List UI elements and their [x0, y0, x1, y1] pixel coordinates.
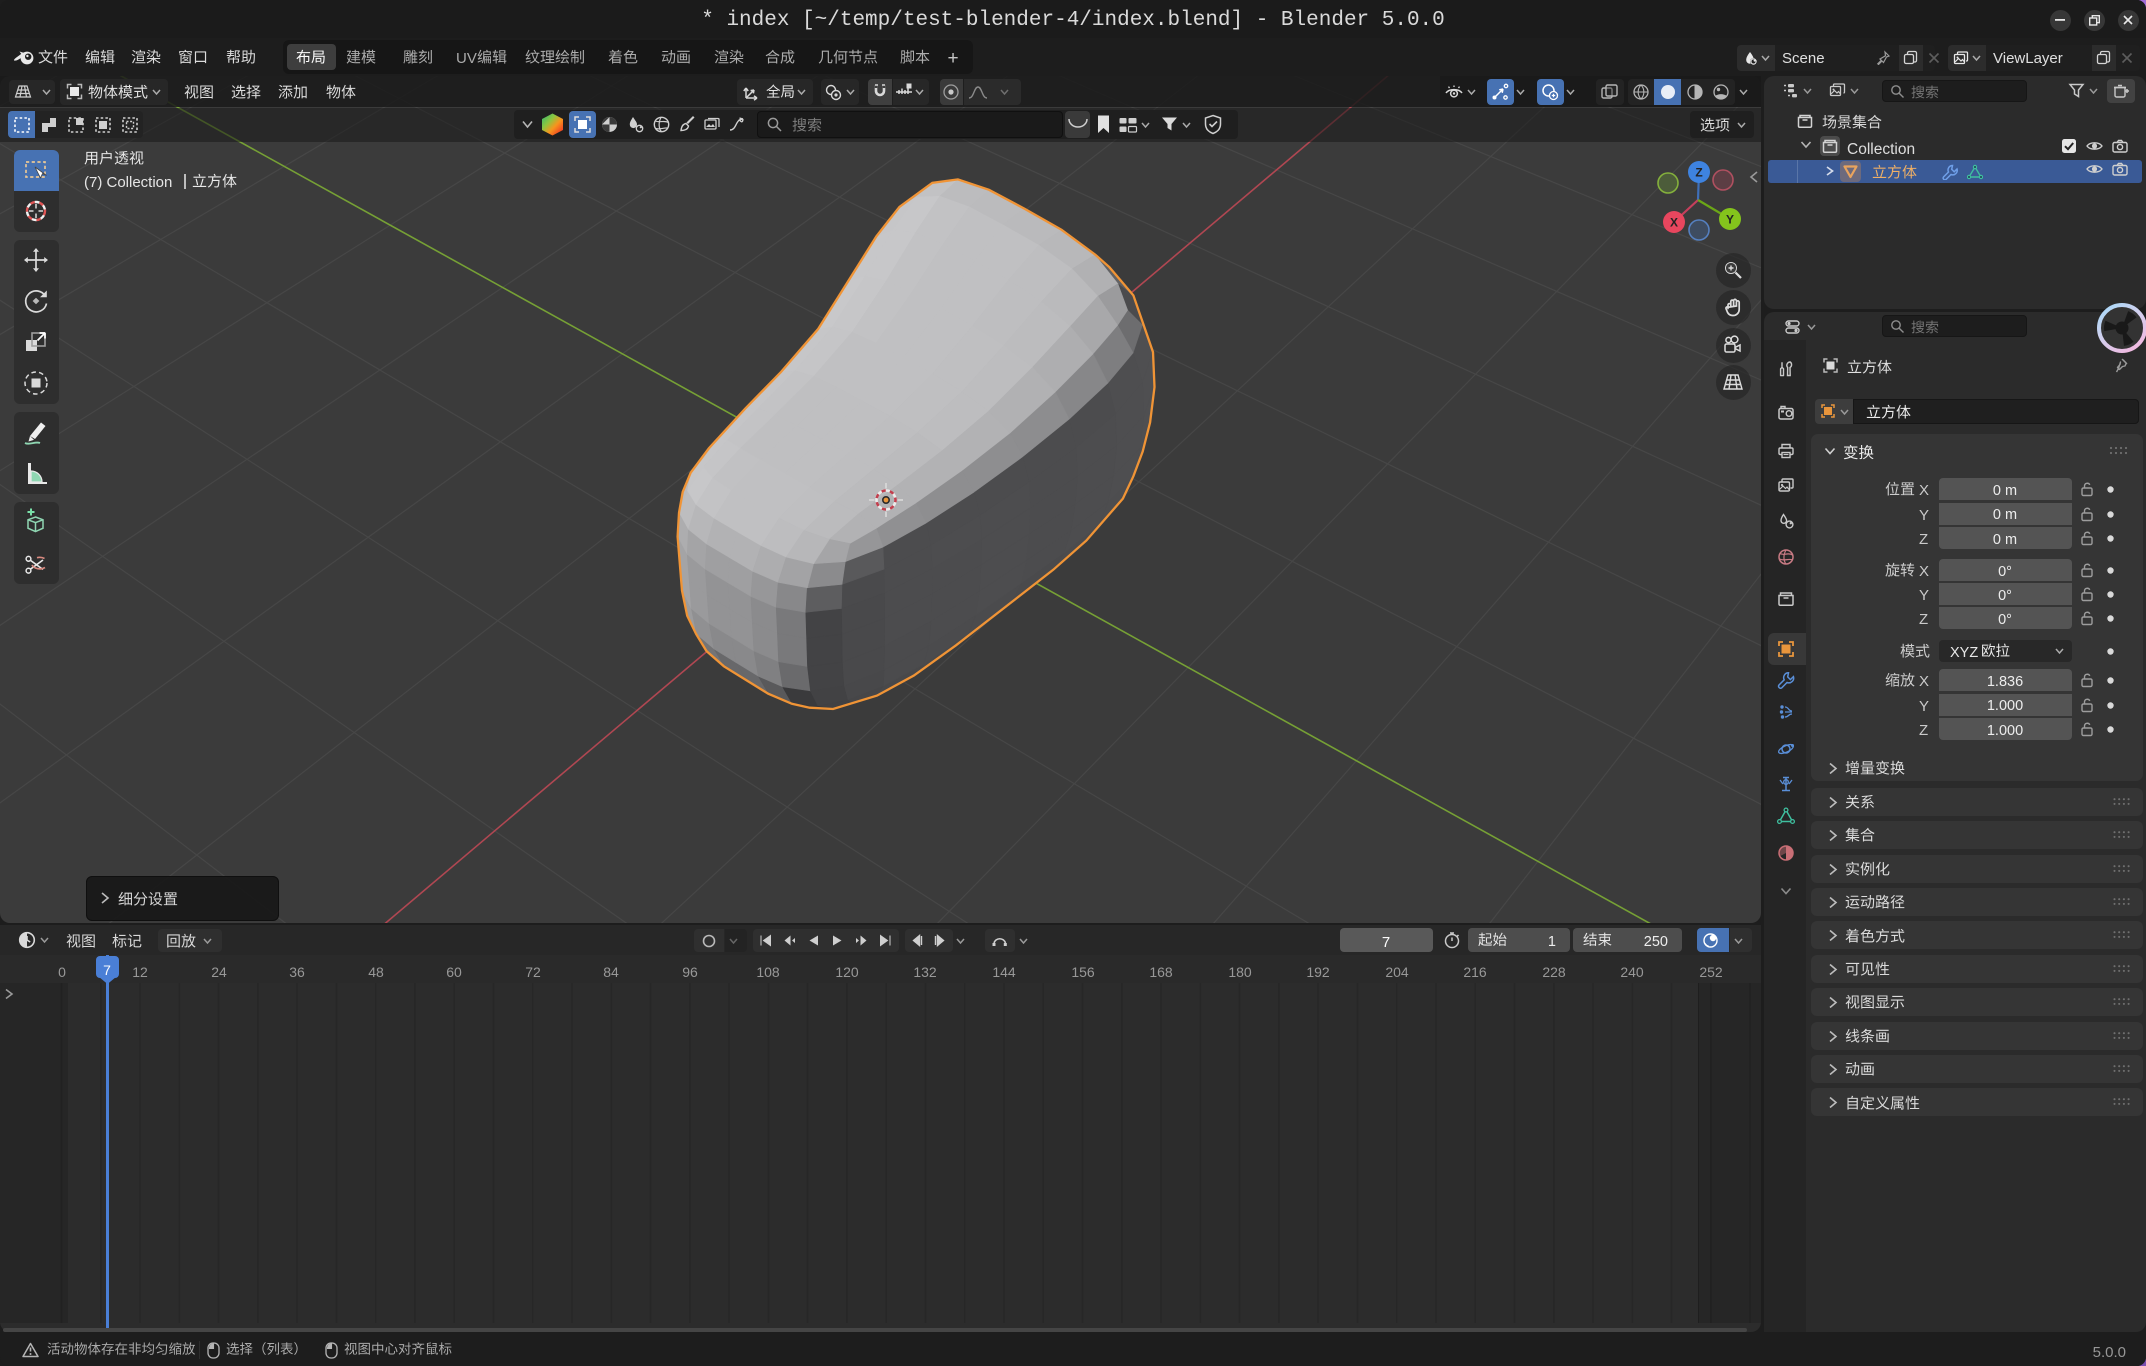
svg-text:Y: Y [1726, 213, 1734, 227]
svg-text:X: X [1670, 216, 1678, 230]
svg-text:Z: Z [1695, 166, 1702, 180]
